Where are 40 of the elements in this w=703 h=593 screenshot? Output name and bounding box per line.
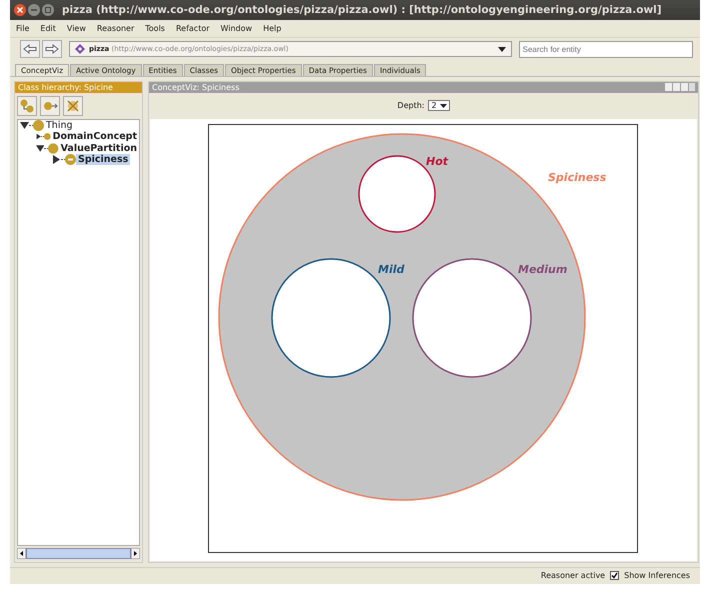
checkbox-label[interactable]: Show Inferences [624,571,690,580]
tree-item[interactable]: DomainConcept [50,131,139,142]
status-text: Reasoner active [540,571,606,580]
menu-item[interactable]: Reasoner [96,24,134,34]
menu-item[interactable]: Refactor [176,24,210,34]
diamond-icon [75,44,85,54]
checked-checkbox-icon[interactable] [610,571,620,580]
tree-item[interactable]: Spiciness [76,154,130,166]
menu-item[interactable]: Help [263,24,282,34]
tree-item[interactable]: ValuePartition [58,142,139,154]
scrollbar-thumb[interactable] [26,548,131,559]
menu-item[interactable]: Window [220,24,252,34]
window-title: pizza (http://www.co-ode.org/ontologies/pizza/pizza.owl) : [http://ontologyengineering.org/pizza.owl] [62,4,662,16]
panel-title: ConceptViz: Spiciness [152,82,240,92]
menu-item[interactable]: Edit [40,24,56,34]
maximize-icon[interactable] [42,4,54,16]
menu-item[interactable]: Tools [145,24,165,34]
menu-item[interactable]: View [66,24,86,34]
set-label: Hot [426,154,448,168]
set-label: Spiciness [548,170,606,184]
set-label: Medium [518,262,568,276]
collapsed-arrow-icon[interactable] [36,132,42,142]
set-label: Mild [378,262,404,276]
scroll-right-icon[interactable] [131,548,140,559]
tree-item[interactable]: Thing [44,120,75,131]
panel-header: Class hierarchy: Spicine [15,82,142,93]
close-icon[interactable] [14,4,26,16]
depth-dropdown[interactable]: 2 [428,100,450,112]
dropdown-arrow-icon [498,46,506,52]
search-field[interactable]: Search for entity [518,40,693,58]
depth-label: Depth: [397,101,424,110]
add-sibling-icon[interactable] [40,96,60,116]
collapsed-arrow-icon[interactable] [52,155,61,164]
expanded-arrow-icon[interactable] [36,144,44,153]
expanded-arrow-icon[interactable] [20,120,29,130]
dropdown-arrow-icon [440,104,447,108]
menu-item[interactable]: File [16,24,30,34]
delete-class-icon[interactable] [63,96,83,116]
scroll-left-icon[interactable] [17,548,26,559]
class-circle-icon [65,154,76,166]
